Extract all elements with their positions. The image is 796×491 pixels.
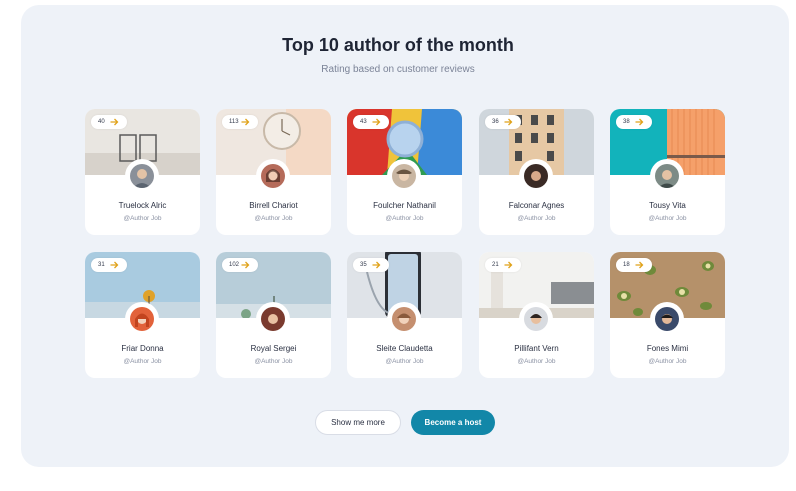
avatar — [261, 164, 285, 188]
rating-count: 43 — [360, 119, 367, 125]
rating-badge: 102 — [222, 258, 258, 272]
author-card[interactable]: 40 Truelock Alric @Author Job — [85, 109, 200, 235]
arrow-right-icon — [504, 118, 513, 126]
rating-count: 21 — [492, 262, 499, 268]
rating-count: 35 — [360, 262, 367, 268]
author-job: @Author Job — [517, 358, 556, 365]
author-name: Royal Sergei — [250, 344, 297, 353]
avatar — [392, 307, 416, 331]
author-job: @Author Job — [648, 215, 687, 222]
avatar — [655, 164, 679, 188]
arrow-right-icon — [635, 261, 644, 269]
author-name: Birrell Chariot — [249, 201, 298, 210]
author-name: Falconar Agnes — [508, 201, 565, 210]
avatar — [261, 307, 285, 331]
author-name: Pillifant Vern — [514, 344, 559, 353]
avatar — [524, 164, 548, 188]
author-job: @Author Job — [123, 215, 162, 222]
author-card[interactable]: 31 Friar Donna @Author Job — [85, 252, 200, 378]
rating-badge: 38 — [616, 115, 652, 129]
author-name: Truelock Alric — [118, 201, 167, 210]
avatar — [392, 164, 416, 188]
rating-badge: 35 — [353, 258, 389, 272]
rating-count: 38 — [623, 119, 630, 125]
arrow-right-icon — [110, 118, 119, 126]
rating-count: 113 — [229, 119, 239, 125]
author-name: Tousy Vita — [649, 201, 686, 210]
author-name: Sleite Claudetta — [376, 344, 433, 353]
rating-badge: 43 — [353, 115, 389, 129]
rating-badge: 40 — [91, 115, 127, 129]
author-card[interactable]: 113 Birrell Chariot @Author Job — [216, 109, 331, 235]
author-job: @Author Job — [385, 215, 424, 222]
become-host-button[interactable]: Become a host — [411, 410, 495, 435]
arrow-right-icon — [241, 118, 250, 126]
show-more-button[interactable]: Show me more — [315, 410, 401, 435]
avatar — [524, 307, 548, 331]
author-name: Foulcher Nathanil — [373, 201, 436, 210]
rating-badge: 31 — [91, 258, 127, 272]
arrow-right-icon — [241, 261, 250, 269]
author-name: Friar Donna — [121, 344, 164, 353]
rating-badge: 36 — [485, 115, 521, 129]
author-job: @Author Job — [648, 358, 687, 365]
section-subtitle: Rating based on customer reviews — [321, 64, 475, 75]
author-card[interactable]: 43 Foulcher Nathanil @Author Job — [347, 109, 462, 235]
author-name: Fones Mimi — [646, 344, 689, 353]
author-card[interactable]: 102 Royal Sergei @Author Job — [216, 252, 331, 378]
author-job: @Author Job — [254, 358, 293, 365]
avatar — [130, 164, 154, 188]
author-job: @Author Job — [254, 215, 293, 222]
author-card[interactable]: 36 Falconar Agnes @Author Job — [479, 109, 594, 235]
rating-count: 31 — [98, 262, 105, 268]
avatar — [130, 307, 154, 331]
author-job: @Author Job — [517, 215, 556, 222]
rating-count: 40 — [98, 119, 105, 125]
rating-count: 36 — [492, 119, 499, 125]
rating-count: 18 — [623, 262, 630, 268]
author-card[interactable]: 21 Pillifant Vern @Author Job — [479, 252, 594, 378]
rating-badge: 21 — [485, 258, 521, 272]
author-job: @Author Job — [123, 358, 162, 365]
rating-count: 102 — [229, 262, 240, 268]
author-card[interactable]: 18 Fones Mimi @Author Job — [610, 252, 725, 378]
arrow-right-icon — [635, 118, 644, 126]
arrow-right-icon — [372, 261, 381, 269]
rating-badge: 113 — [222, 115, 258, 129]
section-title: Top 10 author of the month — [282, 35, 514, 55]
author-card[interactable]: 35 Sleite Claudetta @Author Job — [347, 252, 462, 378]
avatar — [655, 307, 679, 331]
arrow-right-icon — [504, 261, 513, 269]
author-card[interactable]: 38 Tousy Vita @Author Job — [610, 109, 725, 235]
arrow-right-icon — [110, 261, 119, 269]
arrow-right-icon — [372, 118, 381, 126]
author-job: @Author Job — [385, 358, 424, 365]
rating-badge: 18 — [616, 258, 652, 272]
